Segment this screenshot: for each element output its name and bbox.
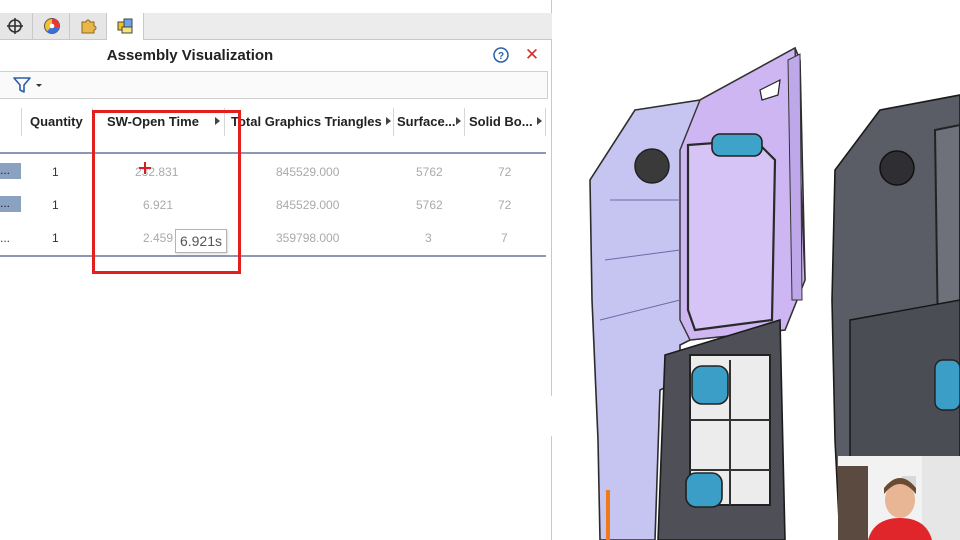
row-name[interactable]: ...: [0, 231, 10, 245]
group-divider: [0, 152, 546, 154]
tab-custom-properties[interactable]: [70, 13, 107, 39]
column-header-surfaces[interactable]: Surface...: [397, 108, 456, 136]
column-header-quantity[interactable]: Quantity: [30, 108, 83, 136]
quantity-cell: 1: [52, 231, 59, 245]
column-header-solid-bodies[interactable]: Solid Bo...: [469, 108, 533, 136]
quantity-cell: 1: [52, 165, 59, 179]
solid-bodies-cell: 72: [498, 165, 512, 179]
sort-arrow-icon[interactable]: [386, 117, 391, 125]
panel-header: Assembly Visualization: [0, 40, 552, 70]
triangles-cell: 845529.000: [276, 198, 340, 212]
surfaces-cell: 3: [425, 231, 432, 245]
solid-bodies-cell: 72: [498, 198, 512, 212]
row-name[interactable]: ...: [0, 196, 21, 212]
close-icon[interactable]: ✕: [523, 46, 541, 64]
surfaces-cell: 5762: [416, 165, 443, 179]
presenter-webcam: [838, 456, 960, 540]
page-title: Assembly Visualization: [106, 47, 274, 64]
assembly-visualization-panel: Assembly Visualization ? ✕ Quantity SW-O…: [0, 0, 552, 540]
tab-assembly-visualization[interactable]: [107, 13, 144, 40]
open-time-tooltip: 6.921s: [175, 229, 227, 253]
sort-arrow-icon[interactable]: [456, 117, 461, 125]
help-icon[interactable]: ?: [492, 46, 510, 64]
column-separator[interactable]: [464, 108, 465, 136]
surfaces-cell: 5762: [416, 198, 443, 212]
appearance-icon: [44, 18, 60, 34]
graphics-viewport[interactable]: [552, 0, 960, 540]
tab-display-manager[interactable]: [33, 13, 70, 39]
puzzle-icon: [81, 19, 97, 34]
triangles-cell: 359798.000: [276, 231, 340, 245]
crosshair-icon: [7, 18, 23, 34]
solid-bodies-cell: 7: [501, 231, 508, 245]
property-manager-tabstrip: [0, 13, 552, 40]
svg-text:?: ?: [498, 51, 504, 62]
tab-configuration-manager[interactable]: [0, 13, 33, 39]
filter-toolbar: [0, 71, 548, 99]
crosshair-cursor-icon: [139, 162, 151, 174]
column-separator[interactable]: [545, 108, 546, 136]
filter-icon[interactable]: [11, 75, 45, 95]
sort-arrow-icon[interactable]: [537, 117, 542, 125]
column-separator[interactable]: [21, 108, 22, 136]
row-name[interactable]: ...: [0, 163, 21, 179]
column-separator[interactable]: [393, 108, 394, 136]
group-divider: [0, 255, 546, 257]
column-header-total-graphics-triangles[interactable]: Total Graphics Triangles: [231, 108, 382, 136]
triangles-cell: 845529.000: [276, 165, 340, 179]
assembly-visualization-icon: [117, 18, 133, 34]
quantity-cell: 1: [52, 198, 59, 212]
